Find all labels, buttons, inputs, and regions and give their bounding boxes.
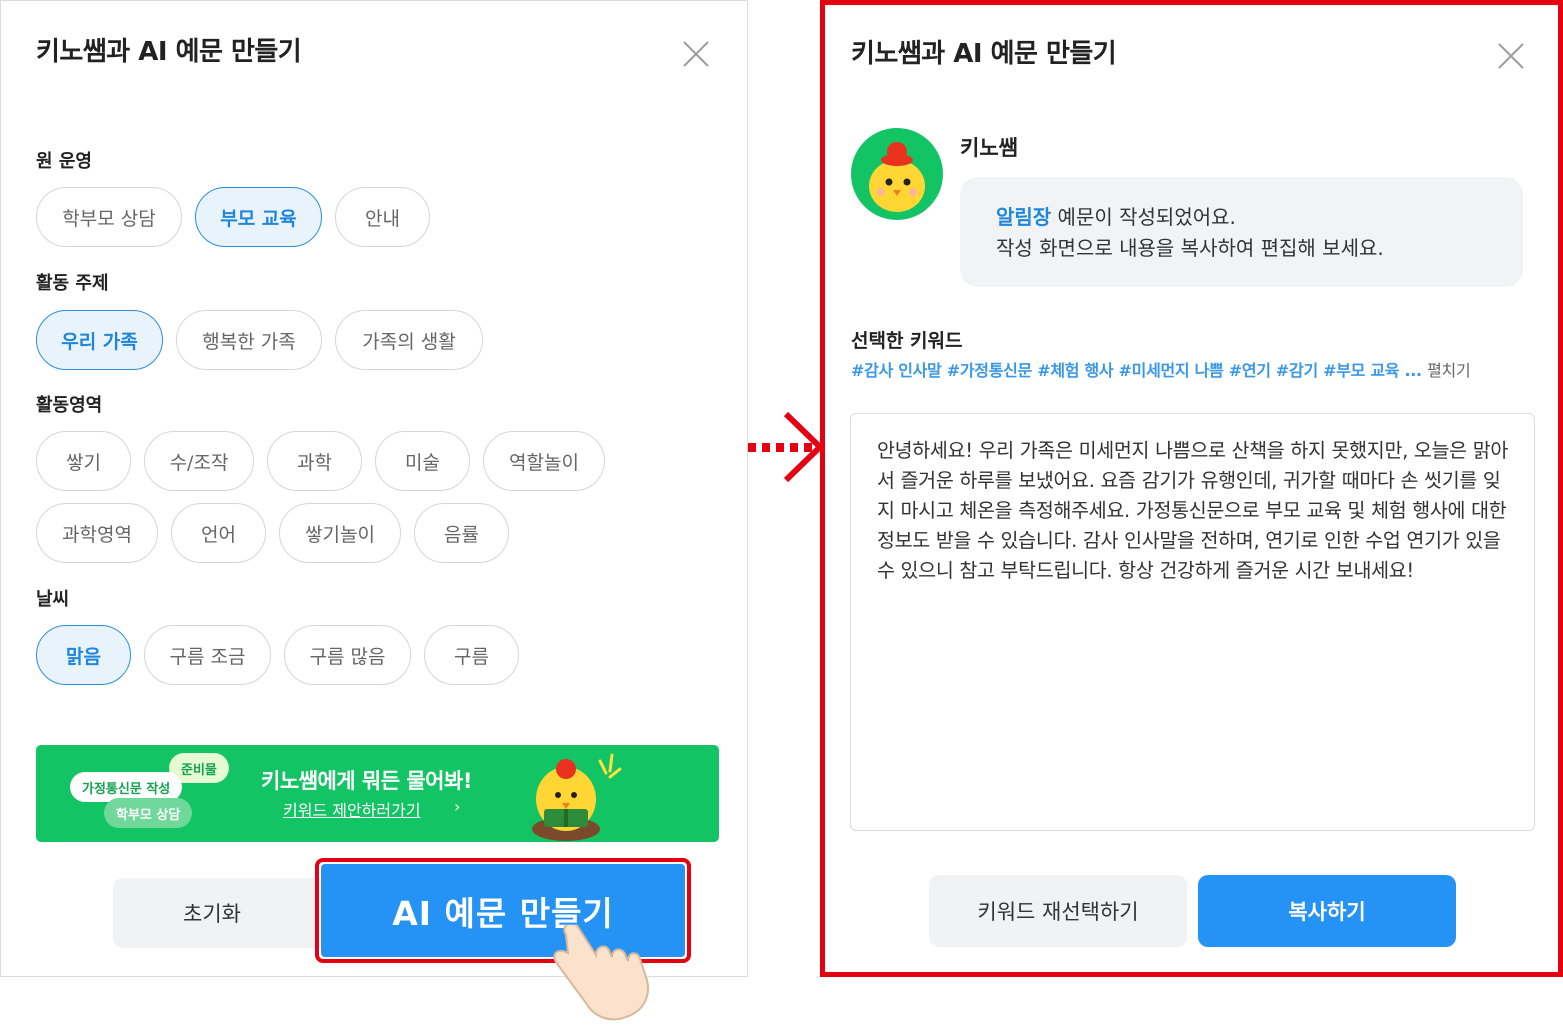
chip-sunny[interactable]: 맑음 (36, 625, 131, 685)
chip-group-weather: 맑음 구름 조금 구름 많음 구름 (36, 625, 519, 685)
expand-link[interactable]: 펼치기 (1427, 361, 1471, 380)
chip-family-life[interactable]: 가족의 생활 (335, 310, 483, 370)
chip-role-play[interactable]: 역할놀이 (483, 431, 605, 491)
chip-group-area-row1: 쌓기 수/조작 과학 미술 역할놀이 (36, 431, 605, 491)
chip-math[interactable]: 수/조작 (144, 431, 254, 491)
bubble-highlight: 알림장 (996, 205, 1052, 229)
chip-language[interactable]: 언어 (171, 503, 266, 563)
bubble-text: 예문이 작성되었어요. (1051, 205, 1236, 229)
chip-science-area[interactable]: 과학영역 (36, 503, 158, 563)
pointer-hand-icon (553, 925, 649, 1021)
chip-art[interactable]: 미술 (375, 431, 470, 491)
chip-many-clouds[interactable]: 구름 많음 (284, 625, 411, 685)
chevron-right-icon: › (454, 797, 461, 816)
generated-text-area[interactable]: 안녕하세요! 우리 가족은 미세먼지 나쁨으로 산책을 하지 못했지만, 오늘은… (850, 413, 1535, 831)
chick-mascot-icon (869, 142, 925, 212)
chat-bubble: 알림장 예문이 작성되었어요. 작성 화면으로 내용을 복사하여 편집해 보세요… (960, 177, 1523, 287)
chip-cloudy[interactable]: 구름 (424, 625, 519, 685)
chip-parent-education[interactable]: 부모 교육 (195, 187, 322, 247)
chip-our-family[interactable]: 우리 가족 (36, 310, 163, 370)
section-label-topic: 활동 주제 (36, 273, 109, 294)
chip-happy-family[interactable]: 행복한 가족 (176, 310, 322, 370)
modal-title: 키노쌤과 AI 예문 만들기 (851, 39, 1117, 69)
keyword-tags: #감사 인사말 #가정통신문 #체험 행사 #미세먼지 나쁨 #연기 #감기 #… (851, 357, 1471, 381)
chick-reading-icon (532, 753, 622, 841)
banner-keyword-link[interactable]: 키워드 제안하러가기 (283, 797, 421, 821)
chip-music[interactable]: 음률 (414, 503, 509, 563)
close-icon[interactable] (1497, 42, 1525, 70)
ai-example-modal-before: 키노쌤과 AI 예문 만들기 원 운영 학부모 상담 부모 교육 안내 활동 주… (0, 0, 748, 977)
copy-button[interactable]: 복사하기 (1198, 875, 1456, 947)
section-label-weather: 날씨 (36, 589, 70, 610)
banner-tag-counsel: 학부모 상담 (104, 798, 193, 828)
chip-science[interactable]: 과학 (267, 431, 362, 491)
sender-name: 키노쌤 (960, 136, 1018, 160)
bubble-text-line2: 작성 화면으로 내용을 복사하여 편집해 보세요. (996, 236, 1384, 260)
keyword-tag-list: #감사 인사말 #가정통신문 #체험 행사 #미세먼지 나쁨 #연기 #감기 #… (851, 361, 1422, 380)
chip-group-area-row2: 과학영역 언어 쌓기놀이 음률 (36, 503, 509, 563)
chip-blocks[interactable]: 쌓기 (36, 431, 131, 491)
chip-notice[interactable]: 안내 (335, 187, 430, 247)
ai-example-modal-result: 키노쌤과 AI 예문 만들기 키노쌤 알림장 예문이 작성되었어요. 작성 화면… (820, 0, 1563, 977)
chip-parent-counsel[interactable]: 학부모 상담 (36, 187, 182, 247)
section-label-area: 활동영역 (36, 395, 103, 416)
keyword-label: 선택한 키워드 (851, 330, 963, 352)
avatar (851, 128, 943, 220)
arrow-right-icon (748, 411, 825, 483)
section-label-operation: 원 운영 (36, 151, 92, 172)
reselect-keyword-button[interactable]: 키워드 재선택하기 (929, 875, 1187, 947)
chip-block-play[interactable]: 쌓기놀이 (279, 503, 401, 563)
modal-title: 키노쌤과 AI 예문 만들기 (36, 37, 302, 67)
close-icon[interactable] (682, 40, 710, 68)
ask-kino-banner[interactable]: 준비물 가정통신문 작성 학부모 상담 키노쌤에게 뭐든 물어봐! 키워드 제안… (36, 745, 719, 842)
chip-group-operation: 학부모 상담 부모 교육 안내 (36, 187, 430, 247)
banner-title: 키노쌤에게 뭐든 물어봐! (261, 769, 472, 793)
chip-few-clouds[interactable]: 구름 조금 (144, 625, 271, 685)
chip-group-topic: 우리 가족 행복한 가족 가족의 생활 (36, 310, 483, 370)
